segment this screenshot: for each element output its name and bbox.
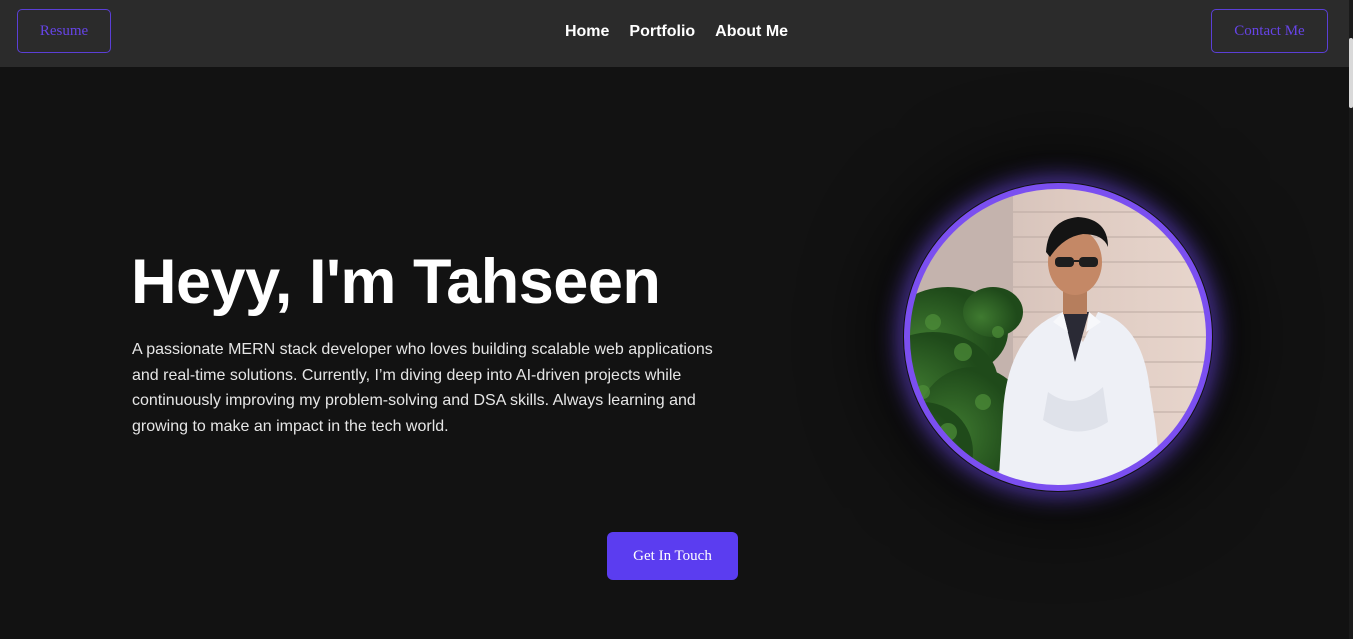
nav-link-portfolio[interactable]: Portfolio <box>629 23 695 41</box>
resume-button[interactable]: Resume <box>17 9 111 53</box>
navbar: Resume Home Portfolio About Me Contact M… <box>0 0 1353 67</box>
hero-title: Heyy, I'm Tahseen <box>131 247 661 317</box>
scrollbar-thumb[interactable] <box>1349 38 1353 108</box>
profile-photo <box>904 183 1212 491</box>
contact-me-button[interactable]: Contact Me <box>1211 9 1328 53</box>
hero-description: A passionate MERN stack developer who lo… <box>132 341 713 435</box>
nav-link-home[interactable]: Home <box>565 23 609 41</box>
avatar <box>903 182 1213 492</box>
get-in-touch-button[interactable]: Get In Touch <box>607 532 738 580</box>
nav-link-about-me[interactable]: About Me <box>715 23 788 41</box>
nav-links: Home Portfolio About Me <box>0 0 1353 63</box>
scrollbar[interactable] <box>1349 0 1353 639</box>
